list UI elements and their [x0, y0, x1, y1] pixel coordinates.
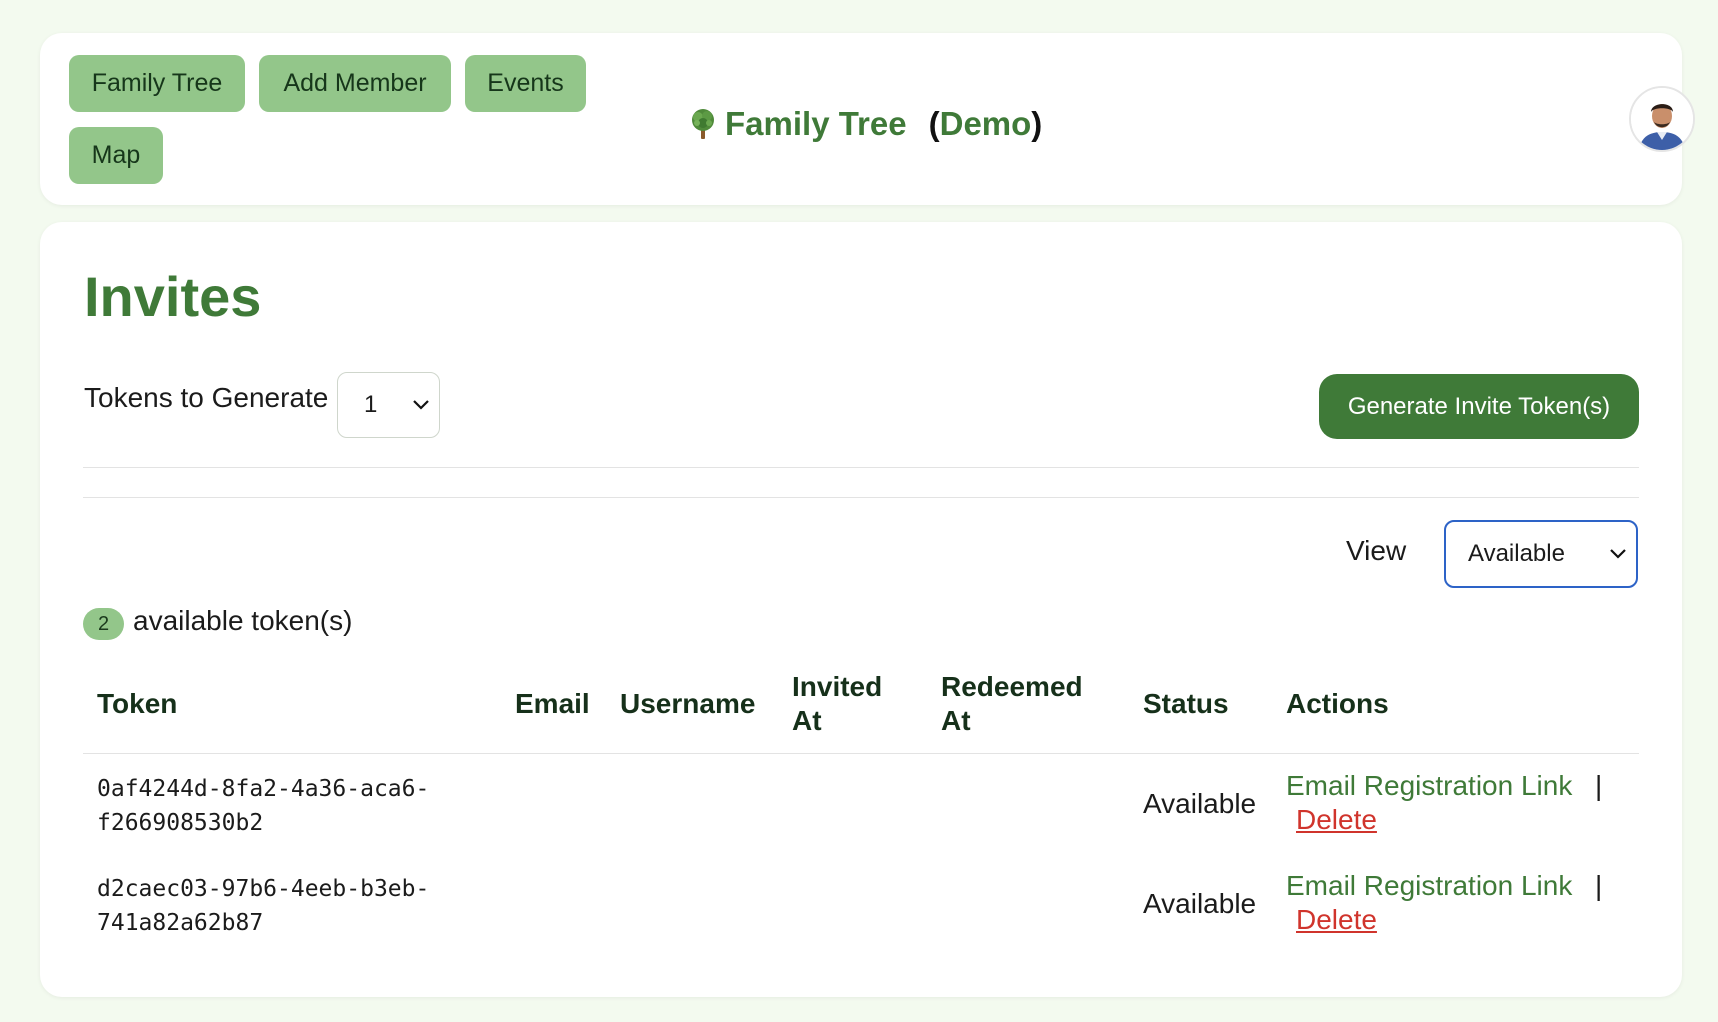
nav-map-button[interactable]: Map [69, 127, 163, 184]
user-avatar[interactable] [1629, 86, 1695, 152]
demo-label: (Demo) [929, 105, 1043, 143]
email-registration-link[interactable]: Email Registration Link [1286, 870, 1572, 902]
tokens-count-select[interactable]: 1 [337, 372, 440, 438]
column-header-redeemed-at: Redeemed At [941, 671, 1083, 736]
token-value[interactable]: d2caec03-97b6-4eeb-b3eb- 741a82a62b87 [97, 872, 429, 940]
brand-title[interactable]: Family Tree (Demo) [685, 100, 1042, 148]
token-count-badge: 2 [83, 608, 124, 640]
page-title: Invites [84, 265, 262, 328]
token-count-summary: 2 available token(s) [83, 602, 352, 640]
nav-add-member-button[interactable]: Add Member [259, 55, 451, 112]
view-label: View [1346, 535, 1407, 566]
demo-paren-close: ) [1031, 105, 1043, 142]
tree-icon [692, 109, 714, 139]
column-header-invited-at: Invited At [792, 671, 883, 736]
action-separator: | [1595, 770, 1603, 801]
token-value[interactable]: 0af4244d-8fa2-4a36-aca6- f266908530b2 [97, 772, 429, 840]
table-header-divider [83, 753, 1639, 754]
delete-link[interactable]: Delete [1296, 904, 1377, 936]
status-cell: Available [1143, 888, 1257, 919]
view-filter-select[interactable]: Available [1444, 520, 1638, 588]
generate-invite-tokens-button[interactable]: Generate Invite Token(s) [1319, 374, 1639, 439]
action-separator: | [1595, 870, 1603, 901]
tokens-to-generate-label: Tokens to Generate [84, 382, 329, 413]
nav-family-tree-button[interactable]: Family Tree [69, 55, 245, 112]
divider [83, 467, 1639, 468]
column-header-token: Token [97, 688, 178, 719]
invites-card: Invites Tokens to Generate 1 Generate In… [40, 222, 1682, 997]
column-header-username: Username [620, 688, 756, 719]
tokens-count-value: 1 [364, 391, 378, 418]
demo-text: Demo [939, 105, 1032, 142]
email-registration-link[interactable]: Email Registration Link [1286, 770, 1572, 802]
demo-paren-open: ( [928, 105, 940, 142]
column-header-status: Status [1143, 688, 1229, 719]
token-count-text: available token(s) [133, 605, 353, 636]
avatar-icon [1631, 88, 1693, 150]
column-header-actions: Actions [1286, 688, 1389, 719]
divider [83, 497, 1639, 498]
top-header: Family Tree Add Member Events Map Family… [40, 33, 1695, 205]
nav-events-button[interactable]: Events [465, 55, 586, 112]
column-header-email: Email [515, 688, 590, 719]
view-filter-value: Available [1468, 540, 1565, 567]
delete-link[interactable]: Delete [1296, 804, 1377, 836]
status-cell: Available [1143, 788, 1257, 819]
brand-name: Family Tree [725, 105, 907, 142]
chevron-down-icon [1610, 549, 1626, 559]
chevron-down-icon [413, 400, 429, 410]
